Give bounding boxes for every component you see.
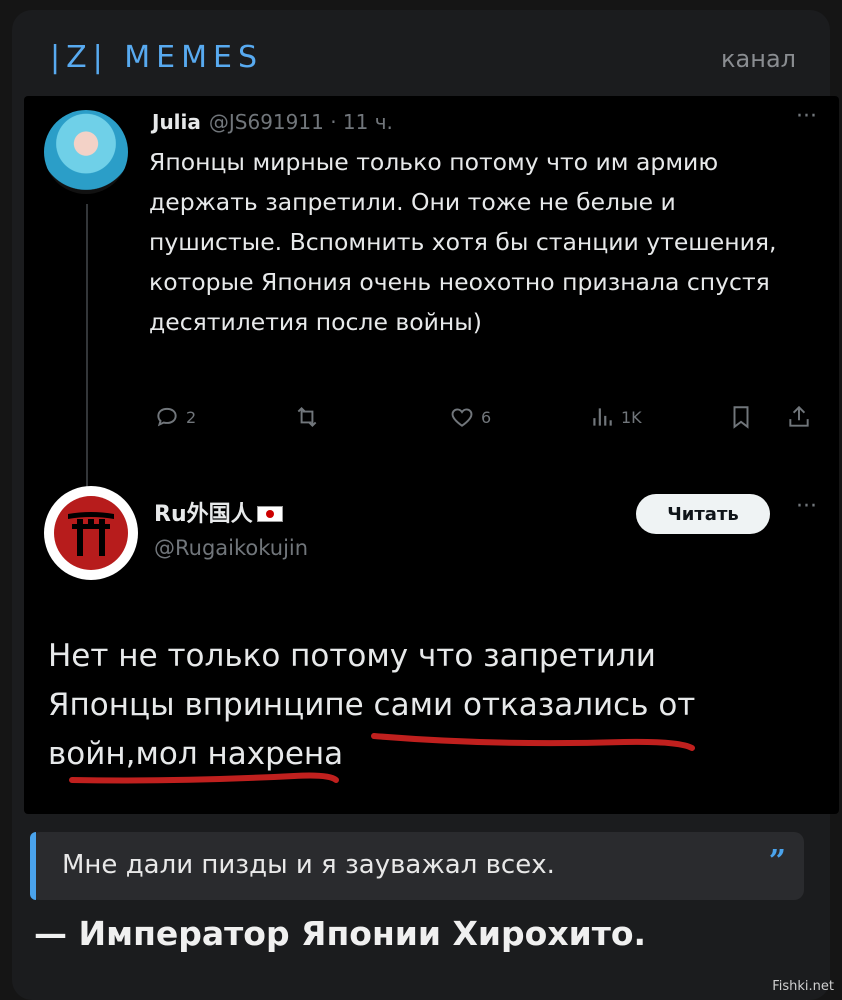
post-card: |Z| MEMES канал Julia @JS691911 · 11 ч. ·… bbox=[12, 10, 839, 1000]
channel-name[interactable]: |Z| MEMES bbox=[50, 40, 263, 75]
quote-block: Мне дали пизды и я зауважал всех. ” bbox=[30, 832, 804, 900]
quote-mark-icon: ” bbox=[768, 844, 786, 879]
quote-accent-bar bbox=[30, 832, 36, 900]
quote-attribution: — Император Японии Хирохито. bbox=[34, 914, 647, 953]
channel-tag: канал bbox=[721, 45, 796, 73]
watermark: Fishki.net bbox=[772, 979, 834, 994]
quote-text: Мне дали пизды и я зауважал всех. bbox=[62, 850, 555, 880]
tweet-screenshot: Julia @JS691911 · 11 ч. ··· Японцы мирные… bbox=[24, 96, 839, 814]
red-underline-marks bbox=[69, 733, 695, 784]
